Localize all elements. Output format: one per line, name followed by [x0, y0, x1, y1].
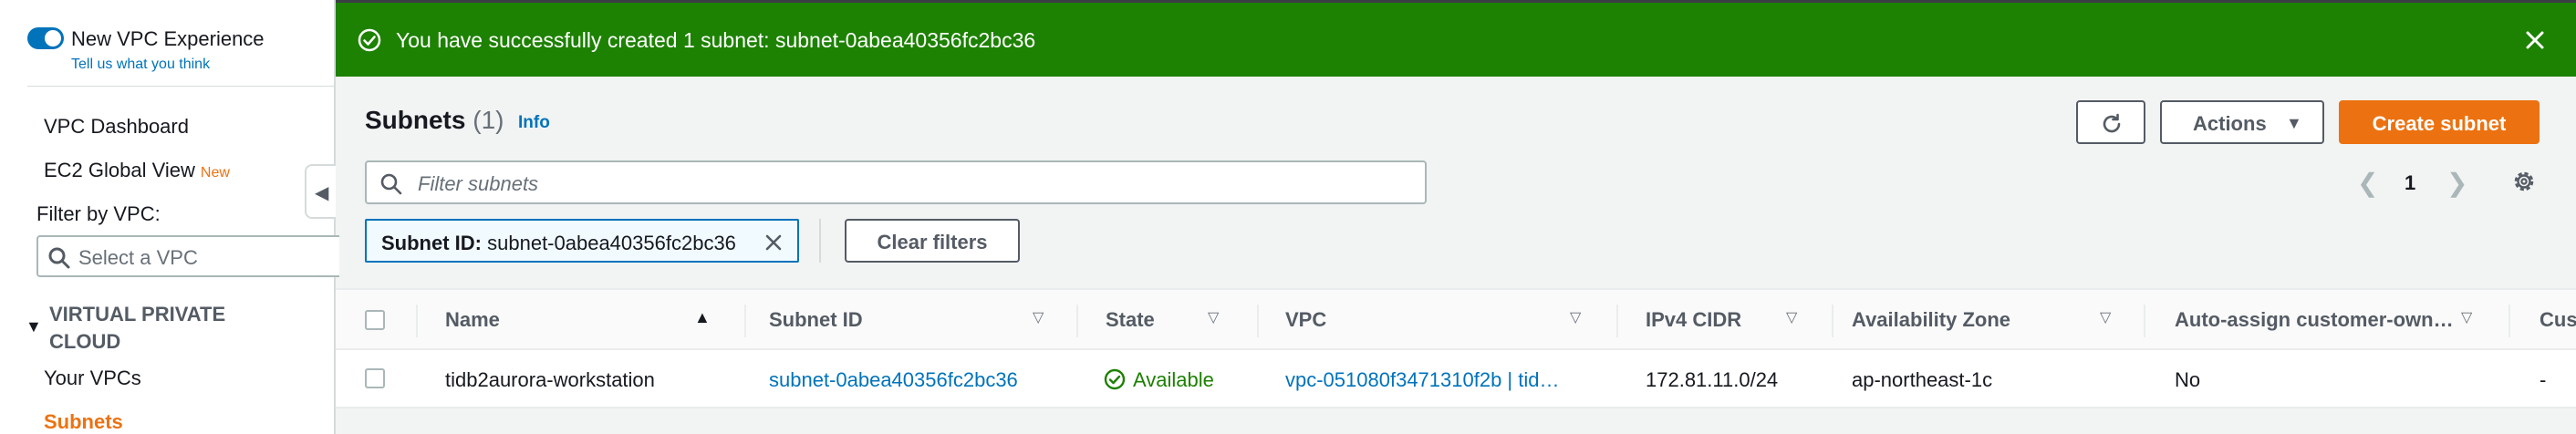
vpc-select-placeholder: Select a VPC	[78, 246, 198, 269]
column-header-auto-assign[interactable]: Auto-assign customer-own…	[2175, 308, 2454, 332]
column-header-availability-zone[interactable]: Availability Zone	[1852, 308, 2010, 332]
column-separator	[1832, 305, 1833, 337]
column-separator	[1076, 305, 1078, 337]
clear-filters-button[interactable]: Clear filters	[845, 219, 1020, 263]
sidebar-item-label: Your VPCs	[44, 367, 141, 389]
vpc-select[interactable]: Select a VPC	[36, 235, 339, 277]
sidebar-item-your-vpcs[interactable]: Your VPCs	[44, 367, 141, 390]
toggle-knob	[45, 30, 61, 46]
create-subnet-label: Create subnet	[2372, 112, 2507, 135]
subnet-id-filter-token: Subnet ID: subnet-0abea40356fc2bc36	[365, 219, 799, 263]
page-title-text: Subnets	[365, 106, 466, 134]
sort-icon[interactable]: ▽	[1786, 308, 1797, 326]
sort-icon[interactable]: ▽	[1033, 308, 1044, 326]
sort-icon[interactable]: ▽	[2461, 308, 2472, 326]
cell-ipv4-cidr: 172.81.11.0/24	[1646, 368, 1779, 391]
cell-auto-assign: No	[2175, 368, 2201, 391]
previous-page-icon[interactable]: ❮	[2357, 168, 2378, 198]
sort-icon[interactable]: ▽	[2100, 308, 2111, 326]
column-header-vpc[interactable]: VPC	[1285, 308, 1326, 332]
sort-icon[interactable]: ▽	[1208, 308, 1219, 326]
column-separator	[744, 305, 746, 337]
actions-button-label: Actions	[2193, 112, 2267, 135]
sort-icon[interactable]: ▽	[1570, 308, 1581, 326]
actions-button[interactable]: Actions ▼	[2160, 100, 2324, 144]
row-select-checkbox[interactable]	[365, 368, 385, 388]
current-page-number[interactable]: 1	[2405, 171, 2415, 195]
subnets-table: Name ▲ Subnet ID ▽ State ▽ VPC ▽ IPv4 CI…	[336, 288, 2576, 434]
column-header-name[interactable]: Name	[445, 308, 500, 332]
sidebar-item-label: Subnets	[44, 410, 123, 433]
column-header-customer-owned[interactable]: Cus	[2540, 308, 2576, 332]
info-link[interactable]: Info	[518, 113, 550, 133]
gear-icon[interactable]	[2510, 168, 2538, 195]
close-icon[interactable]	[2521, 26, 2549, 54]
check-circle-icon	[358, 28, 381, 52]
filter-by-vpc-label: Filter by VPC:	[36, 202, 161, 225]
column-header-subnet-id[interactable]: Subnet ID	[769, 308, 863, 332]
section-title-virtual-private-cloud[interactable]: VIRTUAL PRIVATE CLOUD	[49, 301, 268, 356]
check-circle-icon	[1104, 368, 1126, 390]
cell-subnet-id-link[interactable]: subnet-0abea40356fc2bc36	[769, 368, 1018, 392]
table-row[interactable]: tidb2aurora-workstation subnet-0abea4035…	[336, 350, 2576, 408]
next-page-icon[interactable]: ❯	[2446, 168, 2467, 198]
subnet-count: (1)	[473, 106, 504, 134]
filter-token-text: Subnet ID: subnet-0abea40356fc2bc36	[381, 232, 736, 255]
clear-filters-label: Clear filters	[877, 231, 988, 253]
select-all-checkbox[interactable]	[365, 310, 385, 330]
search-icon	[380, 173, 402, 195]
vpc-console-page: New VPC Experience Tell us what you thin…	[0, 0, 2576, 434]
collapse-sidebar-button[interactable]: ◀	[305, 164, 336, 219]
feedback-link[interactable]: Tell us what you think	[71, 57, 210, 73]
flash-message: You have successfully created 1 subnet: …	[396, 28, 1036, 52]
sidebar-item-subnets[interactable]: Subnets	[44, 410, 123, 434]
cell-customer-owned: -	[2540, 368, 2547, 391]
new-vpc-experience-label: New VPC Experience	[71, 27, 265, 50]
sidebar-item-label: EC2 Global View	[44, 159, 195, 181]
column-header-ipv4-cidr[interactable]: IPv4 CIDR	[1646, 308, 1741, 332]
create-subnet-button[interactable]: Create subnet	[2339, 100, 2540, 144]
filter-separator	[819, 219, 821, 263]
caret-down-icon[interactable]: ▼	[26, 317, 42, 336]
column-separator	[416, 305, 418, 337]
sidebar: New VPC Experience Tell us what you thin…	[0, 0, 339, 434]
cell-state: Available	[1133, 368, 1214, 391]
new-badge: New	[200, 165, 230, 181]
sidebar-item-ec2-global-view[interactable]: EC2 Global View New	[44, 159, 230, 182]
refresh-button[interactable]	[2076, 100, 2145, 144]
sidebar-item-vpc-dashboard[interactable]: VPC Dashboard	[44, 115, 189, 139]
filter-placeholder: Filter subnets	[418, 172, 539, 195]
column-separator	[2508, 305, 2510, 337]
column-separator	[1616, 305, 1618, 337]
cell-availability-zone: ap-northeast-1c	[1852, 368, 1993, 391]
refresh-icon	[2103, 113, 2121, 133]
success-flash-banner: You have successfully created 1 subnet: …	[336, 0, 2576, 77]
caret-left-icon: ◀	[315, 183, 329, 203]
filter-token-value: subnet-0abea40356fc2bc36	[487, 232, 736, 254]
sidebar-item-label: VPC Dashboard	[44, 115, 189, 138]
page-title: Subnets (1)	[365, 106, 504, 135]
remove-filter-icon[interactable]	[763, 232, 784, 253]
column-separator	[2144, 305, 2145, 337]
search-icon	[48, 247, 70, 269]
sidebar-divider	[27, 86, 334, 87]
table-header: Name ▲ Subnet ID ▽ State ▽ VPC ▽ IPv4 CI…	[336, 288, 2576, 350]
cell-vpc-link[interactable]: vpc-051080f3471310f2b | tid…	[1285, 368, 1595, 392]
column-header-state[interactable]: State	[1106, 308, 1155, 332]
new-vpc-experience-toggle[interactable]	[27, 27, 64, 49]
filter-token-key: Subnet ID:	[381, 232, 482, 254]
filter-subnets-input[interactable]: Filter subnets	[365, 160, 1427, 204]
sort-ascending-icon[interactable]: ▲	[694, 308, 711, 327]
cell-name: tidb2aurora-workstation	[445, 368, 655, 391]
column-separator	[1257, 305, 1259, 337]
caret-down-icon: ▼	[2286, 114, 2302, 132]
